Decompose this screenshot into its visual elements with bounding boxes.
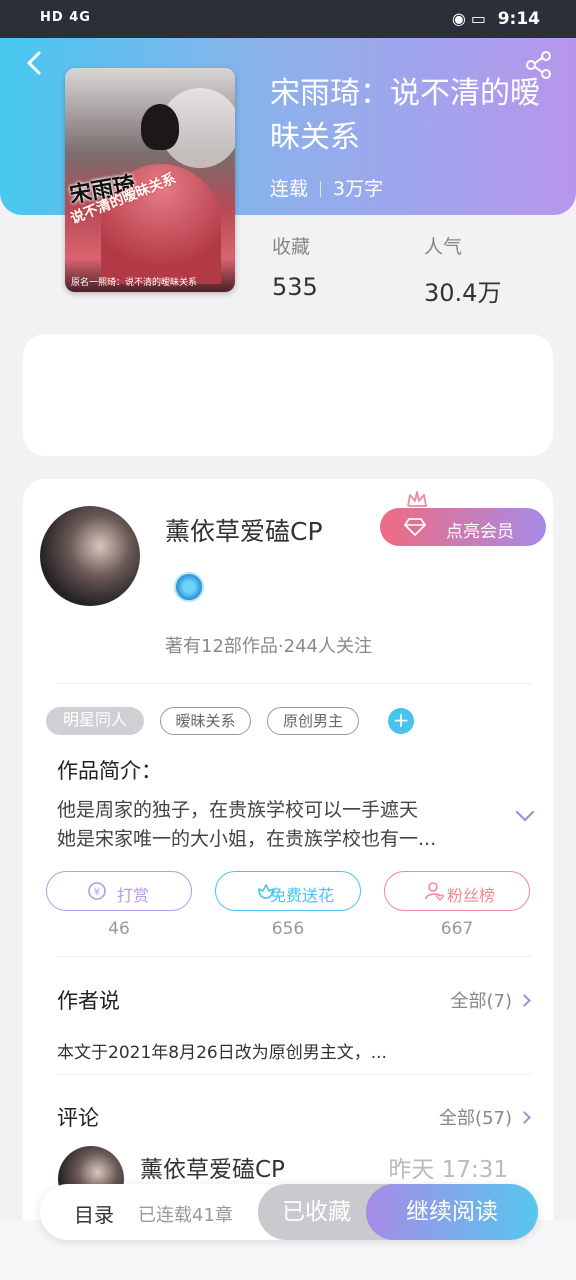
svg-text:¥: ¥ — [94, 887, 100, 898]
intro-line: 她是宋家唯一的大小姐，在贵族学校也有一... — [57, 828, 437, 850]
comments-title: 评论 — [57, 1106, 99, 1130]
cover-caption: 原名一熙琦：说不清的暧昧关系 — [71, 278, 198, 288]
eye-icon: ◉ ▭ — [451, 9, 486, 28]
crown-icon — [407, 491, 427, 507]
chevron-down-icon[interactable] — [514, 808, 536, 824]
medal-badge-icon[interactable] — [174, 572, 204, 602]
author-name[interactable]: 薰依草爱磕CP — [165, 512, 323, 548]
stat-value: 30.4万 — [424, 279, 502, 307]
stat-label: 收藏 — [272, 236, 311, 258]
comment-time: 昨天 17:31 — [388, 1157, 508, 1183]
book-status: 连载 — [270, 178, 309, 200]
vip-button-label: 点亮会员 — [446, 522, 514, 542]
author-says-title: 作者说 — [57, 989, 120, 1013]
chevron-right-icon — [518, 994, 531, 1007]
more-label: 全部(57) — [439, 1108, 512, 1129]
chevron-right-icon — [518, 1111, 531, 1124]
tag-star-fanfic[interactable]: 明星同人 — [46, 707, 144, 735]
meta-divider — [320, 181, 322, 197]
tip-count: 46 — [108, 919, 130, 939]
add-tag-button[interactable]: + — [388, 708, 414, 734]
status-bar: HD 4G ◉ ▭ 9:14 — [0, 0, 576, 38]
commenter-name: 薰依草爱磕CP — [140, 1157, 285, 1183]
cover-figure-shape — [141, 104, 179, 150]
flower-label: 免费送花 — [270, 886, 335, 905]
user-heart-icon — [425, 882, 444, 901]
stat-popularity: 人气 30.4万 — [424, 232, 501, 308]
comments-all-link[interactable]: 全部(57) — [439, 1104, 531, 1130]
fan-rank-button[interactable]: 粉丝榜 — [384, 871, 530, 911]
continue-reading-button[interactable]: 继续阅读 — [366, 1184, 538, 1240]
toc-button[interactable]: 目录 — [74, 1199, 114, 1228]
fan-rank-count: 667 — [440, 919, 474, 939]
chapter-count: 已连载41章 — [138, 1205, 233, 1226]
intro-text[interactable]: 他是周家的独子，在贵族学校可以一手遮天 她是宋家唯一的大小姐，在贵族学校也有一.… — [57, 796, 497, 854]
fan-rank-label: 粉丝榜 — [447, 886, 496, 905]
network-indicator: HD 4G — [40, 10, 91, 25]
author-avatar[interactable] — [40, 506, 140, 606]
more-label: 全部(7) — [450, 991, 513, 1012]
ad-placeholder-card — [23, 334, 553, 456]
coin-icon: ¥ — [88, 882, 106, 900]
intro-line: 他是周家的独子，在贵族学校可以一手遮天 — [57, 799, 419, 821]
clock: 9:14 — [497, 9, 540, 29]
stat-favorites: 收藏 535 — [272, 232, 318, 301]
divider — [57, 956, 531, 957]
tip-label: 打赏 — [117, 886, 150, 905]
stat-label: 人气 — [424, 236, 463, 258]
author-note[interactable]: 本文于2021年8月26日改为原创男主文，... — [57, 1038, 387, 1063]
author-says-all-link[interactable]: 全部(7) — [450, 987, 531, 1013]
tag-ambiguous[interactable]: 暧昧关系 — [160, 707, 251, 735]
flower-count: 656 — [271, 919, 305, 939]
book-title: 宋雨琦：说不清的暧昧关系 — [270, 76, 540, 155]
diamond-icon — [404, 518, 426, 536]
intro-title: 作品简介： — [57, 759, 162, 783]
flower-button[interactable]: 免费送花 — [215, 871, 361, 911]
back-arrow-icon[interactable] — [20, 48, 50, 78]
tag-original-male[interactable]: 原创男主 — [267, 707, 359, 735]
book-meta: 连载 3万字 — [270, 174, 383, 201]
divider — [57, 1074, 531, 1075]
book-cover[interactable]: 宋雨琦 说不清的暧昧关系 原名一熙琦：说不清的暧昧关系 — [65, 68, 235, 292]
author-works: 著有12部作品·244人关注 — [165, 636, 372, 657]
tip-button[interactable]: ¥ 打赏 — [46, 871, 192, 911]
divider — [57, 683, 531, 684]
stat-value: 535 — [272, 273, 318, 301]
word-count: 3万字 — [333, 178, 384, 200]
vip-button[interactable]: 点亮会员 — [380, 508, 546, 546]
